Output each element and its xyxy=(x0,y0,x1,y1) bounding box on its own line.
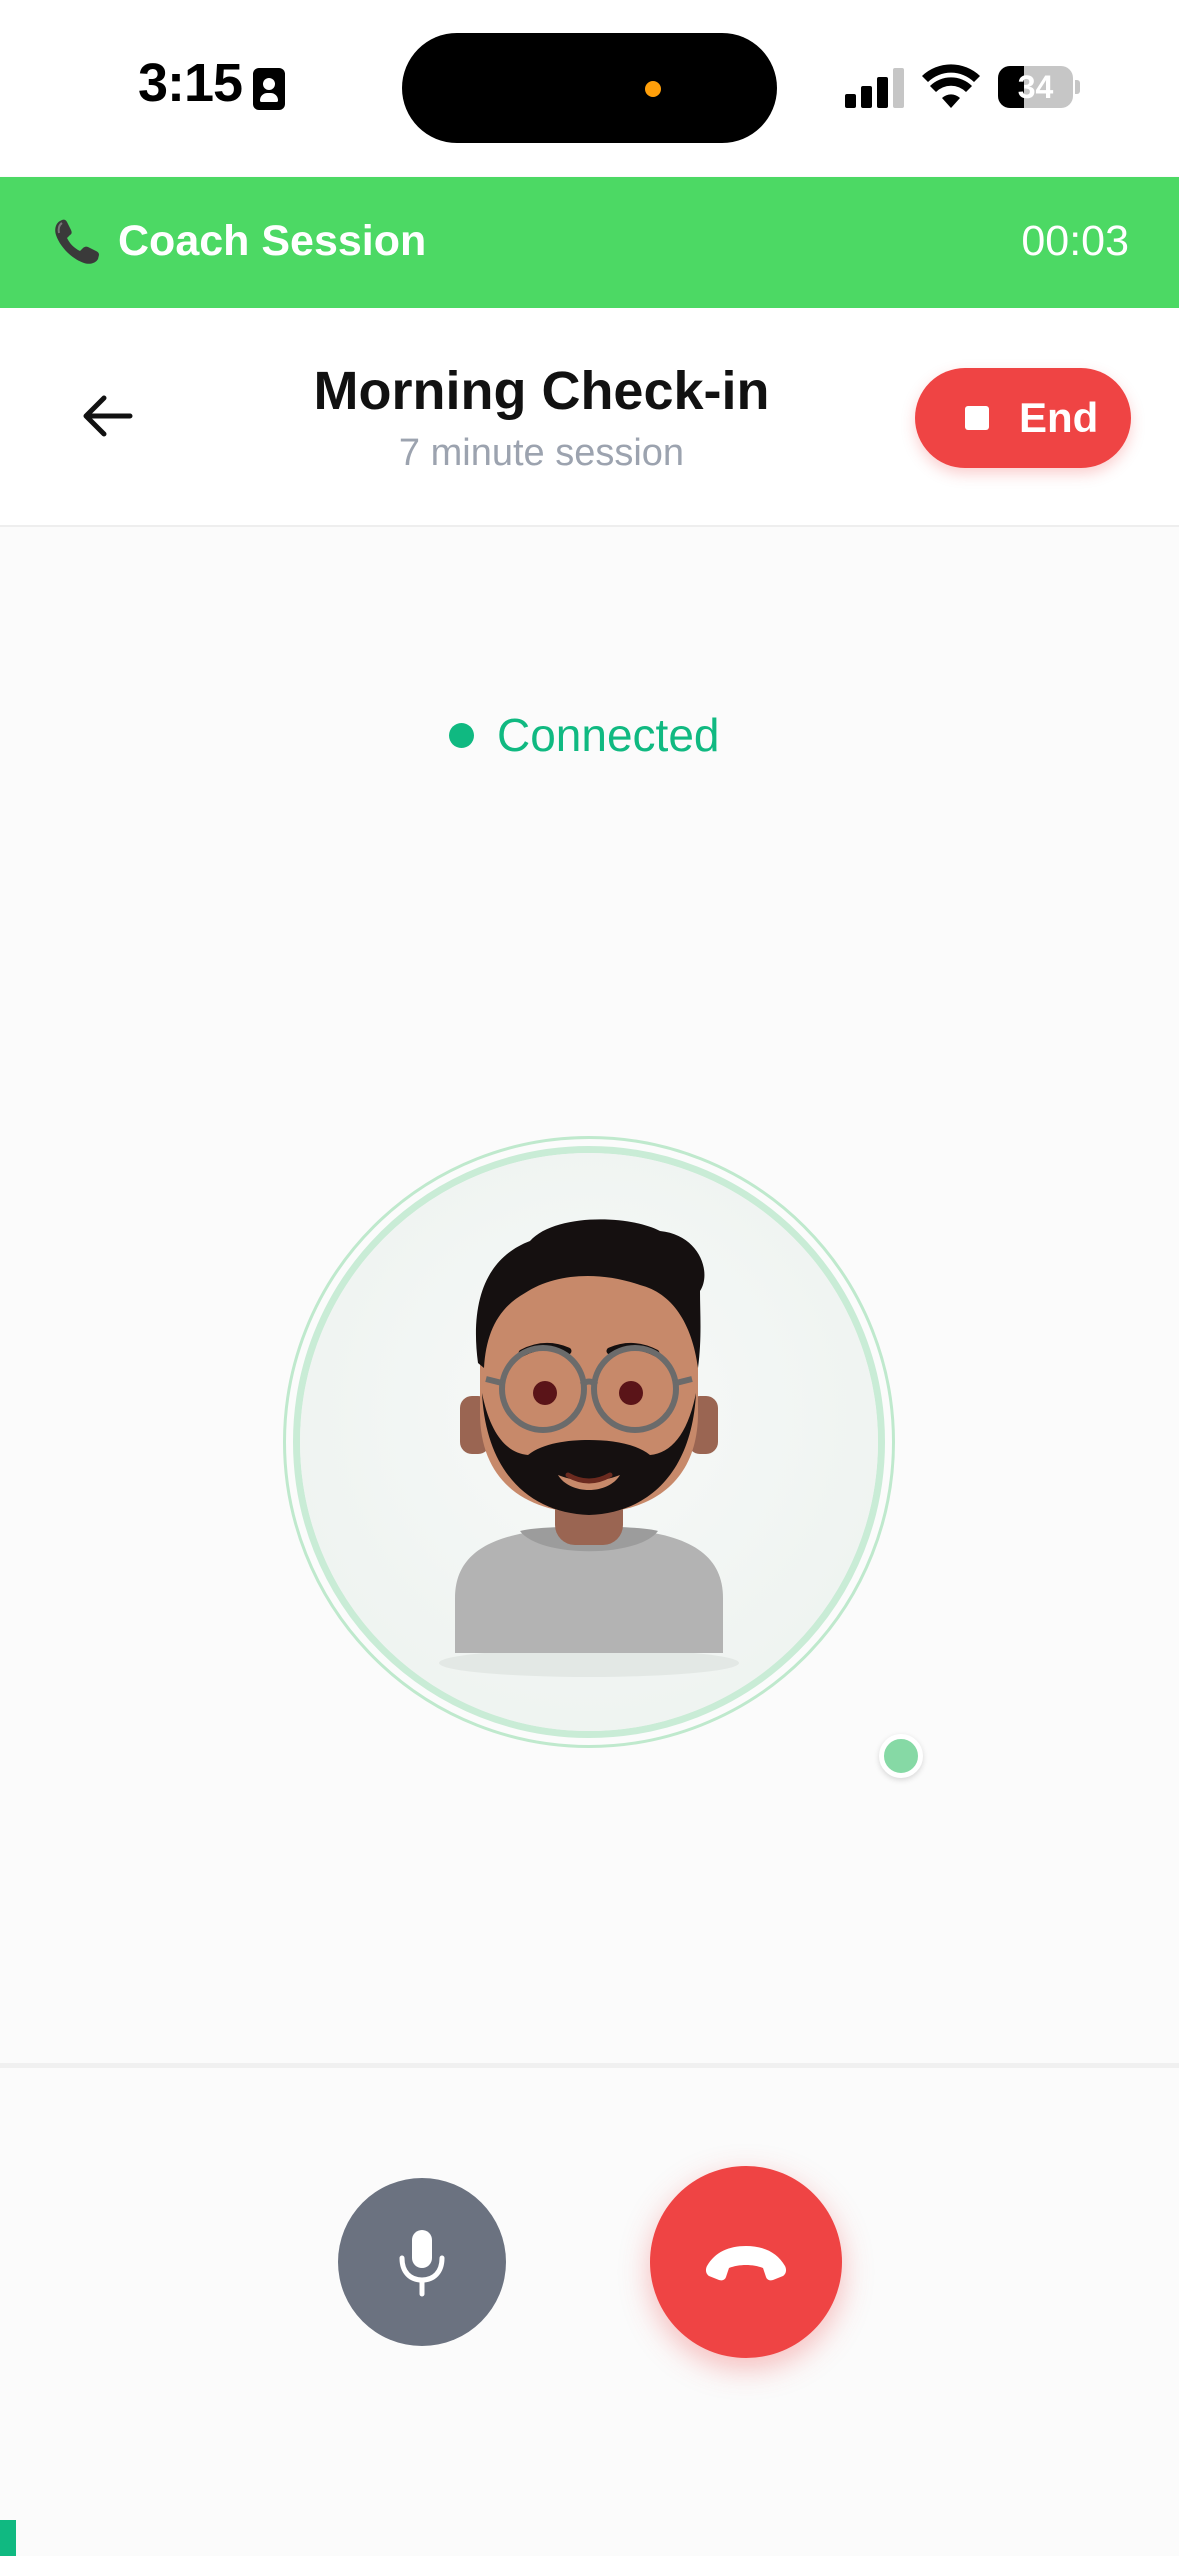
connection-status: Connected xyxy=(0,700,1179,770)
phone-receiver-icon xyxy=(55,219,99,264)
battery-icon: 34 xyxy=(998,66,1080,108)
microphone-icon xyxy=(399,2230,445,2297)
session-header: Morning Check-in 7 minute session End xyxy=(0,308,1179,527)
connection-status-text: Connected xyxy=(497,709,720,761)
wifi-icon xyxy=(922,64,980,108)
online-presence-indicator xyxy=(879,1734,923,1778)
stop-icon xyxy=(965,406,989,430)
edge-accent xyxy=(0,2520,16,2556)
cellular-signal-icon xyxy=(845,68,905,108)
banner-title: Coach Session xyxy=(118,217,427,265)
contact-card-icon xyxy=(253,68,285,110)
coach-avatar-illustration xyxy=(300,1153,878,1731)
mute-microphone-button[interactable] xyxy=(338,2178,506,2346)
microphone-indicator-dot xyxy=(645,81,661,97)
phone-hangup-icon xyxy=(705,2246,787,2281)
end-button-label: End xyxy=(1019,394,1099,441)
session-banner[interactable]: Coach Session 00:03 xyxy=(0,177,1179,308)
coach-avatar xyxy=(293,1146,885,1738)
controls-divider xyxy=(0,2063,1179,2068)
status-time: 3:15 xyxy=(138,53,243,113)
battery-percentage: 34 xyxy=(1017,69,1054,105)
end-session-button[interactable]: End xyxy=(915,368,1131,468)
dynamic-island xyxy=(402,33,777,143)
hang-up-button[interactable] xyxy=(650,2166,842,2358)
call-timer: 00:03 xyxy=(1021,217,1129,265)
connected-dot-icon xyxy=(449,723,474,748)
status-bar: 3:15 34 xyxy=(0,0,1179,176)
